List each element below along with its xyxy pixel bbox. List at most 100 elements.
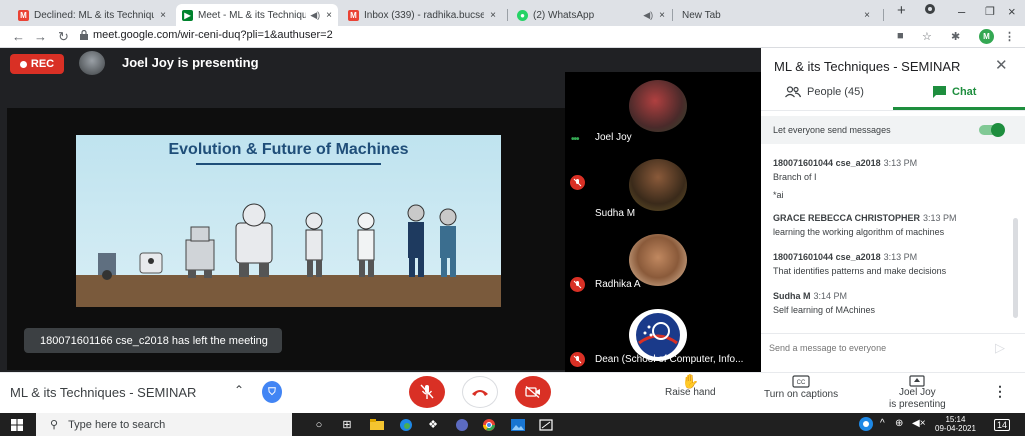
tab-label: Declined: ML & its Technique <box>34 9 155 21</box>
photos-icon[interactable] <box>510 417 526 432</box>
browser-menu-icon[interactable]: ⋮ <box>1004 30 1015 43</box>
present-icon <box>909 375 925 387</box>
tab-separator <box>672 9 673 21</box>
message-sender: 180071601044 cse_a2018 <box>773 158 881 168</box>
captions-label: Turn on captions <box>764 389 839 400</box>
participant-tile[interactable]: Dean (School of Computer, Info... <box>565 297 761 372</box>
message-time: 3:13 PM <box>883 158 918 168</box>
camera-toggle-button[interactable] <box>515 376 551 408</box>
reload-icon[interactable]: ↻ <box>58 29 69 45</box>
taskbar-date: 09-04-2021 <box>935 424 976 433</box>
url-field[interactable]: meet.google.com/wir-ceni-duq?pli=1&authu… <box>93 29 333 41</box>
snip-icon[interactable] <box>538 417 554 432</box>
participant-avatar <box>629 159 687 211</box>
participant-name: Sudha M <box>595 208 636 219</box>
profile-avatar[interactable]: M <box>979 29 994 44</box>
meeting-title[interactable]: ML & its Techniques - SEMINAR <box>10 385 196 400</box>
tab-meet[interactable]: ▶ Meet - ML & its Techniqu ◀) × <box>176 4 338 26</box>
message-sender: Sudha M <box>773 291 811 301</box>
tab-inbox[interactable]: M Inbox (339) - radhika.bucse@ × <box>342 4 502 26</box>
weather-tray-icon[interactable] <box>858 416 874 435</box>
volume-icon[interactable]: ◀× <box>912 418 926 429</box>
tab-close-icon[interactable]: × <box>659 10 665 21</box>
dropbox-icon[interactable]: ❖ <box>425 417 441 432</box>
slide: Evolution & Future of Machines <box>76 135 501 307</box>
notification-center-icon[interactable]: 14 <box>993 417 1011 432</box>
presenting-line2: is presenting <box>889 399 946 410</box>
panel-title: ML & its Techniques - SEMINAR <box>774 59 961 74</box>
more-options-icon[interactable]: ⋮ <box>993 383 1007 400</box>
host-controls-icon[interactable]: ⛉ <box>262 381 282 403</box>
let-everyone-send-toggle[interactable] <box>979 123 1005 137</box>
leave-call-button[interactable] <box>462 376 498 408</box>
cortana-icon[interactable]: ○ <box>311 417 327 432</box>
tab-close-icon[interactable]: × <box>490 10 496 21</box>
chat-scrollbar[interactable] <box>1013 218 1018 318</box>
speaker-icon[interactable]: ◀) <box>643 10 653 21</box>
chevron-up-icon[interactable]: ⌃ <box>234 383 244 397</box>
hand-icon: ✋ <box>681 373 700 389</box>
camera-icon[interactable]: ■ <box>897 30 904 42</box>
captions-button[interactable]: CC Turn on captions <box>764 375 838 401</box>
let-everyone-send-label: Let everyone send messages <box>773 125 891 135</box>
participant-tile[interactable]: ••• Joel Joy <box>565 72 761 147</box>
tab-divider <box>761 110 1025 111</box>
chat-message: 180071601044 cse_a2018 3:13 PM Branch of … <box>773 158 1013 200</box>
new-tab-button[interactable]: + <box>897 2 906 19</box>
message-text: Branch of I <box>773 172 817 182</box>
tab-newtab[interactable]: New Tab × <box>676 4 876 26</box>
chevron-up-tray-icon[interactable]: ^ <box>880 418 885 429</box>
back-icon[interactable]: ← <box>12 29 25 44</box>
chat-message: GRACE REBECCA CHRISTOPHER 3:13 PM learnin… <box>773 213 1013 237</box>
tab-close-icon[interactable]: × <box>326 10 332 21</box>
raise-hand-button[interactable]: ✋ Raise hand <box>665 373 716 399</box>
taskbar-search[interactable]: ⚲ Type here to search <box>36 413 292 436</box>
message-text: learning the working algorithm of machin… <box>773 227 945 237</box>
message-text: Self learning of MAchines <box>773 305 876 315</box>
bookmark-star-icon[interactable]: ☆ <box>922 30 932 43</box>
rec-label: REC <box>30 58 55 70</box>
windows-start-icon[interactable] <box>11 419 23 431</box>
meet-icon: ▶ <box>182 9 193 21</box>
tab-declined[interactable]: M Declined: ML & its Technique × <box>12 4 172 26</box>
present-now-button[interactable]: Joel Joy is presenting <box>889 375 946 411</box>
speaking-indicator-icon: ••• <box>571 134 579 145</box>
taskbar-search-placeholder: Type here to search <box>68 418 166 431</box>
tab-chat[interactable]: Chat <box>933 86 976 98</box>
participant-tile[interactable]: Sudha M <box>565 147 761 222</box>
extensions-icon[interactable]: ✱ <box>951 30 960 43</box>
tab-search-icon[interactable] <box>924 3 936 18</box>
speaker-icon[interactable]: ◀) <box>310 10 320 21</box>
tab-whatsapp[interactable]: ● (2) WhatsApp ◀) × <box>511 4 671 26</box>
tab-people[interactable]: People (45) <box>785 86 864 98</box>
windows-taskbar: ⚲ Type here to search ○ ⊞ ❖ ^ ⊕ ◀× 15:14… <box>0 413 1025 436</box>
tab-close-icon[interactable]: × <box>864 10 870 21</box>
meet-control-bar: ML & its Techniques - SEMINAR ⌃ ⛉ ✋ Rais… <box>0 372 1025 413</box>
taskbar-clock[interactable]: 15:14 09-04-2021 <box>935 415 976 433</box>
presenter-avatar <box>79 51 105 75</box>
edge-icon[interactable] <box>398 417 414 432</box>
file-explorer-icon[interactable] <box>369 417 385 432</box>
muted-mic-icon <box>570 175 585 190</box>
chrome-icon[interactable] <box>481 417 497 432</box>
minimize-icon[interactable]: – <box>958 4 965 19</box>
participant-tiles: ••• Joel Joy Sudha M Radhika A Dean (Sch… <box>565 72 761 372</box>
window-close-icon[interactable]: × <box>1008 4 1016 19</box>
network-icon[interactable]: ⊕ <box>895 418 903 429</box>
raise-hand-label: Raise hand <box>665 387 716 398</box>
microphone-toggle-button[interactable] <box>409 376 445 408</box>
send-message-input[interactable] <box>769 339 979 357</box>
forward-icon[interactable]: → <box>34 29 47 44</box>
maximize-icon[interactable]: ❐ <box>985 5 995 18</box>
task-view-icon[interactable]: ⊞ <box>339 417 355 432</box>
tab-chat-label: Chat <box>952 86 977 98</box>
message-sender: GRACE REBECCA CHRISTOPHER <box>773 213 921 223</box>
panel-close-icon[interactable]: ✕ <box>995 56 1008 74</box>
tab-close-icon[interactable]: × <box>160 10 166 21</box>
participant-tile[interactable]: Radhika A <box>565 222 761 297</box>
muted-mic-icon <box>570 352 585 367</box>
search-icon: ⚲ <box>50 419 59 431</box>
app-icon[interactable] <box>454 417 470 432</box>
send-icon[interactable]: ▷ <box>995 340 1005 356</box>
toggle-knob <box>991 123 1005 137</box>
